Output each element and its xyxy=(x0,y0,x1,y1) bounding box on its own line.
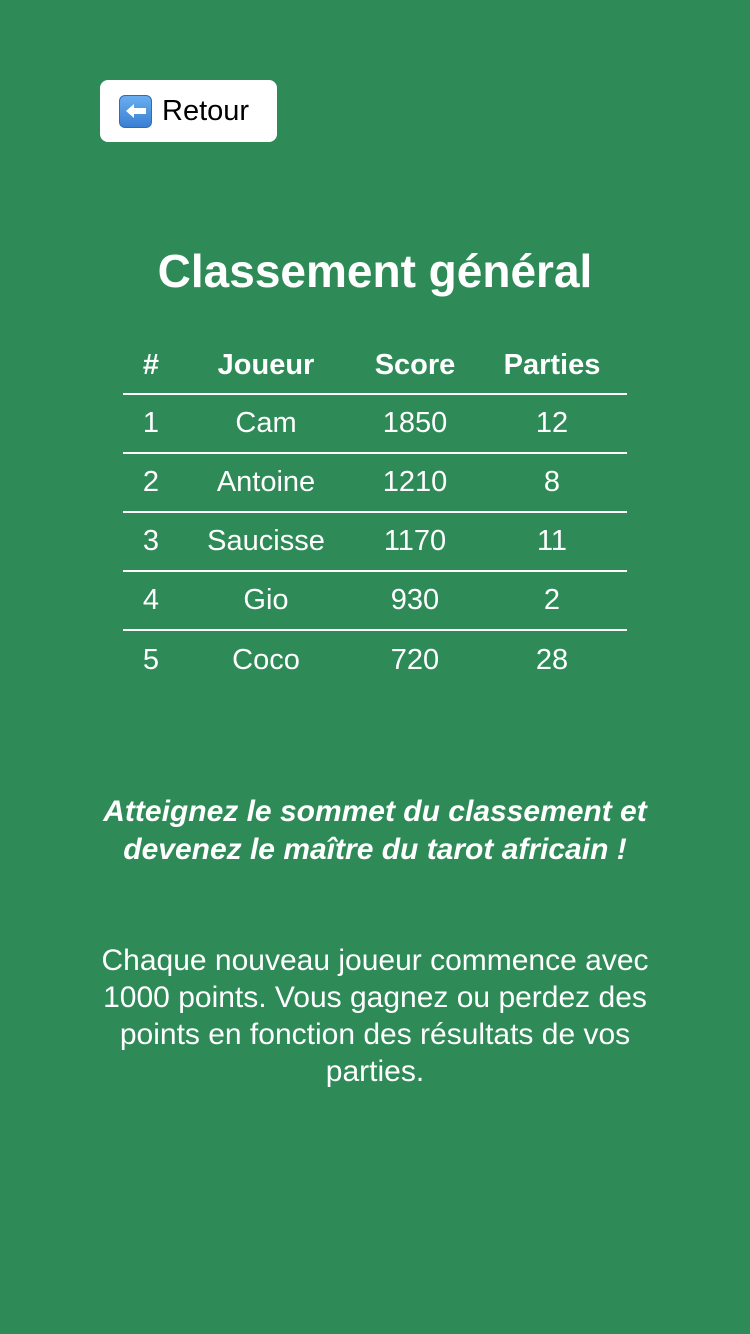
games-cell: 28 xyxy=(535,643,569,676)
table-row: 5 Coco 720 28 xyxy=(123,630,627,689)
player-cell: Coco xyxy=(232,643,300,676)
column-header-rank: # xyxy=(123,338,179,395)
table-header-row: # Joueur Score Parties xyxy=(123,338,627,395)
table-row: 3 Saucisse 1170 11 xyxy=(123,512,627,572)
table-row: 2 Antoine 1210 8 xyxy=(123,453,627,513)
column-header-games: Parties xyxy=(477,338,627,395)
table-row: 4 Gio 930 2 xyxy=(123,571,627,631)
leaderboard-table: # Joueur Score Parties 1 Cam 1850 12 2 A… xyxy=(123,338,627,689)
page-title: Classement général xyxy=(157,245,593,297)
games-cell: 2 xyxy=(477,571,627,631)
column-header-player: Joueur xyxy=(179,338,353,395)
tagline-text: Atteignez le sommet du classement et dev… xyxy=(103,795,647,866)
rank-cell: 2 xyxy=(123,453,179,513)
player-cell: Gio xyxy=(179,571,353,631)
score-cell: 1850 xyxy=(353,394,477,454)
games-cell: 12 xyxy=(477,394,627,454)
rank-cell: 3 xyxy=(123,512,179,572)
description-text: Chaque nouveau joueur commence avec 1000… xyxy=(101,944,649,1088)
rank-cell: 4 xyxy=(123,571,179,631)
score-cell: 720 xyxy=(390,643,440,676)
games-cell: 11 xyxy=(477,512,627,572)
column-header-score: Score xyxy=(353,338,477,395)
rank-cell: 1 xyxy=(123,394,179,454)
player-cell: Cam xyxy=(179,394,353,454)
player-cell: Antoine xyxy=(179,453,353,513)
table-row: 1 Cam 1850 12 xyxy=(123,394,627,454)
back-button[interactable]: Retour xyxy=(100,80,277,142)
back-button-label: Retour xyxy=(162,94,250,127)
rank-cell: 5 xyxy=(142,643,160,676)
games-cell: 8 xyxy=(477,453,627,513)
left-arrow-icon xyxy=(119,94,152,128)
player-cell: Saucisse xyxy=(179,512,353,572)
score-cell: 930 xyxy=(353,571,477,631)
score-cell: 1170 xyxy=(353,512,477,572)
score-cell: 1210 xyxy=(353,453,477,513)
